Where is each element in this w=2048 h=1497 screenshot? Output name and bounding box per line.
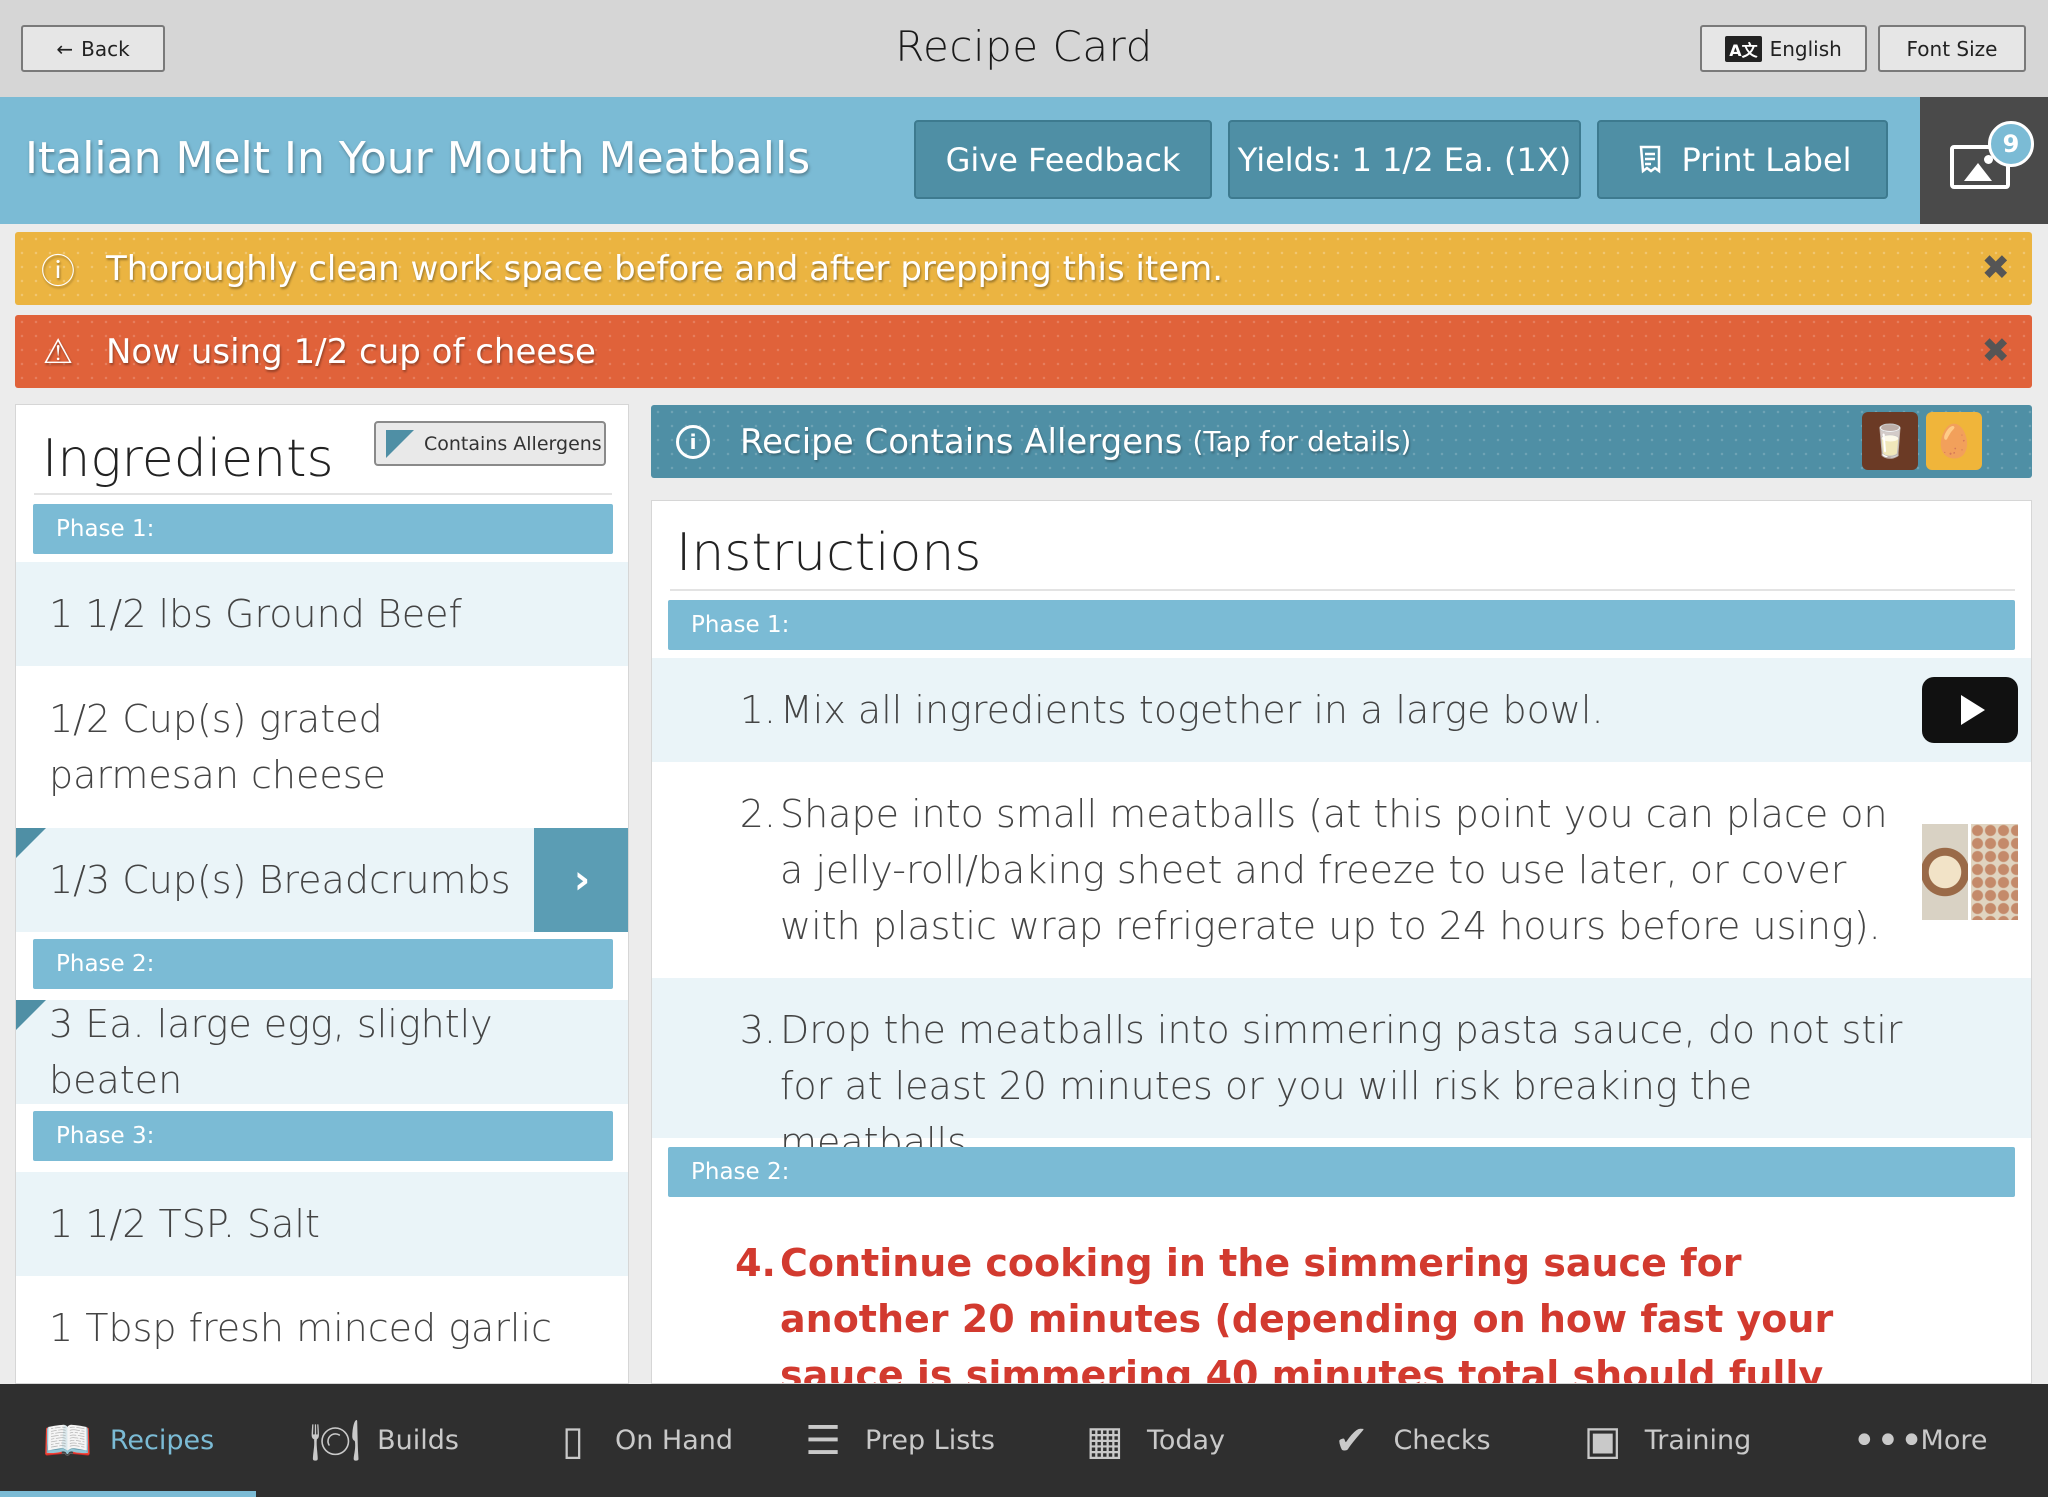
info-circle-icon: ⓘ bbox=[41, 252, 75, 292]
step-text: Shape into small meatballs (at this poin… bbox=[780, 792, 1888, 948]
plate-icon: 🍽 bbox=[309, 1417, 361, 1464]
nav-more[interactable]: ••• More bbox=[1792, 1384, 2048, 1497]
instructions-panel: Instructions Phase 1: 1. Mix all ingredi… bbox=[651, 500, 2032, 1384]
allergen-legend-text: Contains Allergens bbox=[424, 432, 602, 455]
allergens-hint: (Tap for details) bbox=[1192, 425, 1412, 458]
ingredient-text: 1 Tbsp fresh minced garlic bbox=[49, 1306, 552, 1350]
nav-label: On Hand bbox=[614, 1425, 734, 1456]
nav-checks[interactable]: ✔ Checks bbox=[1280, 1384, 1536, 1497]
print-label-text: Print Label bbox=[1681, 140, 1852, 179]
chevron-right-icon[interactable]: › bbox=[534, 828, 628, 932]
print-label-button[interactable]: Print Label bbox=[1597, 120, 1888, 199]
language-button[interactable]: A文 English bbox=[1700, 25, 1867, 72]
instruction-phase-1: Phase 1: bbox=[668, 600, 2015, 650]
nav-label: Prep Lists bbox=[865, 1425, 995, 1456]
close-icon[interactable]: ✖ bbox=[1982, 248, 2011, 288]
book-icon: 📖 bbox=[42, 1417, 93, 1464]
ingredient-phase-2: Phase 2: bbox=[33, 939, 613, 989]
nav-label: Checks bbox=[1393, 1425, 1491, 1456]
ingredient-row-allergen[interactable]: 3 Ea. large egg, slightly beaten bbox=[16, 1000, 628, 1104]
receipt-icon bbox=[1640, 145, 1661, 173]
calendar-icon: ▦ bbox=[1086, 1417, 1124, 1464]
allergens-text: Recipe Contains Allergens bbox=[740, 421, 1183, 462]
photo-thumbnail-meatballs bbox=[1971, 824, 2018, 920]
nav-prep-lists[interactable]: ☰ Prep Lists bbox=[768, 1384, 1024, 1497]
recipe-allergens-banner[interactable]: i Recipe Contains Allergens (Tap for det… bbox=[651, 405, 2032, 478]
give-feedback-button[interactable]: Give Feedback bbox=[914, 120, 1212, 199]
alert-clean-workspace: ⓘ Thoroughly clean work space before and… bbox=[15, 232, 2032, 305]
ingredient-text: 1 1/2 lbs Ground Beef bbox=[49, 592, 462, 636]
nav-builds[interactable]: 🍽 Builds bbox=[256, 1384, 512, 1497]
nav-today[interactable]: ▦ Today bbox=[1024, 1384, 1280, 1497]
instruction-step-critical: 4. Continue cooking in the simmering sau… bbox=[652, 1209, 2031, 1384]
close-icon[interactable]: ✖ bbox=[1982, 331, 2011, 371]
step-number: 4. bbox=[735, 1241, 776, 1285]
instruction-phase-2: Phase 2: bbox=[668, 1147, 2015, 1197]
photo-gallery-button[interactable]: 9 bbox=[1920, 97, 2048, 224]
allergen-marker-icon bbox=[16, 1000, 46, 1030]
ingredient-row[interactable]: 1 1/2 TSP. Salt bbox=[16, 1172, 628, 1276]
step-number: 1. bbox=[739, 688, 776, 732]
ingredient-phase-1: Phase 1: bbox=[33, 504, 613, 554]
instruction-step: 3. Drop the meatballs into simmering pas… bbox=[652, 978, 2031, 1164]
carton-icon: ▯ bbox=[561, 1417, 584, 1464]
ingredient-text: 1/2 Cup(s) grated parmesan cheese bbox=[49, 697, 386, 797]
allergen-marker-icon bbox=[16, 828, 46, 858]
language-label: English bbox=[1769, 36, 1842, 61]
nav-recipes[interactable]: 📖 Recipes bbox=[0, 1384, 256, 1497]
nav-label: Builds bbox=[377, 1425, 459, 1456]
dots-icon: ••• bbox=[1852, 1417, 1924, 1464]
play-video-icon[interactable] bbox=[1922, 677, 2018, 743]
step-text: Drop the meatballs into simmering pasta … bbox=[780, 1008, 1903, 1164]
bottom-navigation: 📖 Recipes 🍽 Builds ▯ On Hand ☰ Prep List… bbox=[0, 1384, 2048, 1497]
instructions-title: Instructions bbox=[676, 523, 982, 583]
ingredient-row-allergen[interactable]: 1/3 Cup(s) Breadcrumbs › bbox=[16, 828, 628, 932]
recipe-title: Italian Melt In Your Mouth Meatballs bbox=[25, 133, 811, 184]
allergen-marker-icon bbox=[386, 429, 414, 458]
nav-on-hand[interactable]: ▯ On Hand bbox=[512, 1384, 768, 1497]
milk-icon[interactable]: 🥛 bbox=[1862, 412, 1918, 470]
font-size-button[interactable]: Font Size bbox=[1878, 25, 2026, 72]
presentation-icon: ▣ bbox=[1583, 1417, 1622, 1464]
ingredient-row[interactable]: 1 1/2 lbs Ground Beef bbox=[16, 562, 628, 666]
translate-icon: A文 bbox=[1725, 35, 1762, 62]
step-text: Continue cooking in the simmering sauce … bbox=[780, 1241, 1834, 1384]
ingredients-title: Ingredients bbox=[42, 429, 334, 489]
divider bbox=[34, 493, 612, 495]
nav-label: Recipes bbox=[109, 1425, 215, 1456]
nav-label: More bbox=[1920, 1425, 1988, 1456]
nav-training[interactable]: ▣ Training bbox=[1536, 1384, 1792, 1497]
photo-count-badge: 9 bbox=[1988, 121, 2034, 167]
ingredient-row[interactable]: 1/2 Cup(s) grated parmesan cheese bbox=[16, 666, 628, 828]
step-number: 3. bbox=[739, 1008, 776, 1052]
ingredient-phase-3: Phase 3: bbox=[33, 1111, 613, 1161]
list-icon: ☰ bbox=[805, 1417, 841, 1464]
divider bbox=[670, 589, 2015, 591]
info-circle-icon: i bbox=[676, 424, 710, 459]
yields-button[interactable]: Yields: 1 1/2 Ea. (1X) bbox=[1228, 120, 1581, 199]
egg-icon[interactable]: 🥚 bbox=[1926, 412, 1982, 470]
alert-text: Thoroughly clean work space before and a… bbox=[106, 248, 1224, 289]
ingredient-text: 3 Ea. large egg, slightly beaten bbox=[49, 1002, 493, 1102]
instruction-step: 1. Mix all ingredients together in a lar… bbox=[652, 658, 2031, 762]
check-circle-icon: ✔ bbox=[1334, 1417, 1369, 1464]
nav-label: Training bbox=[1644, 1425, 1752, 1456]
photo-thumbnail-bowl bbox=[1922, 824, 1968, 920]
alert-text: Now using 1/2 cup of cheese bbox=[106, 331, 596, 372]
top-bar: ← Back Recipe Card A文 English Font Size bbox=[0, 0, 2048, 97]
step-text: Mix all ingredients together in a large … bbox=[780, 688, 1604, 732]
nav-label: Today bbox=[1146, 1425, 1226, 1456]
step-number: 2. bbox=[739, 792, 776, 836]
instruction-step: 2. Shape into small meatballs (at this p… bbox=[652, 762, 2031, 978]
step-photo-thumbnail[interactable] bbox=[1922, 824, 2018, 920]
contains-allergens-legend: Contains Allergens bbox=[374, 421, 606, 466]
alert-cheese-change: ⚠ Now using 1/2 cup of cheese ✖ bbox=[15, 315, 2032, 388]
ingredient-text: 1 1/2 TSP. Salt bbox=[49, 1202, 320, 1246]
ingredients-panel: Ingredients Contains Allergens Phase 1: … bbox=[15, 404, 629, 1384]
ingredient-text: 1/3 Cup(s) Breadcrumbs bbox=[49, 858, 511, 902]
warning-triangle-icon: ⚠ bbox=[42, 331, 74, 372]
recipe-header: Italian Melt In Your Mouth Meatballs Giv… bbox=[0, 97, 1920, 224]
ingredient-row[interactable]: 1 Tbsp fresh minced garlic bbox=[16, 1276, 628, 1380]
